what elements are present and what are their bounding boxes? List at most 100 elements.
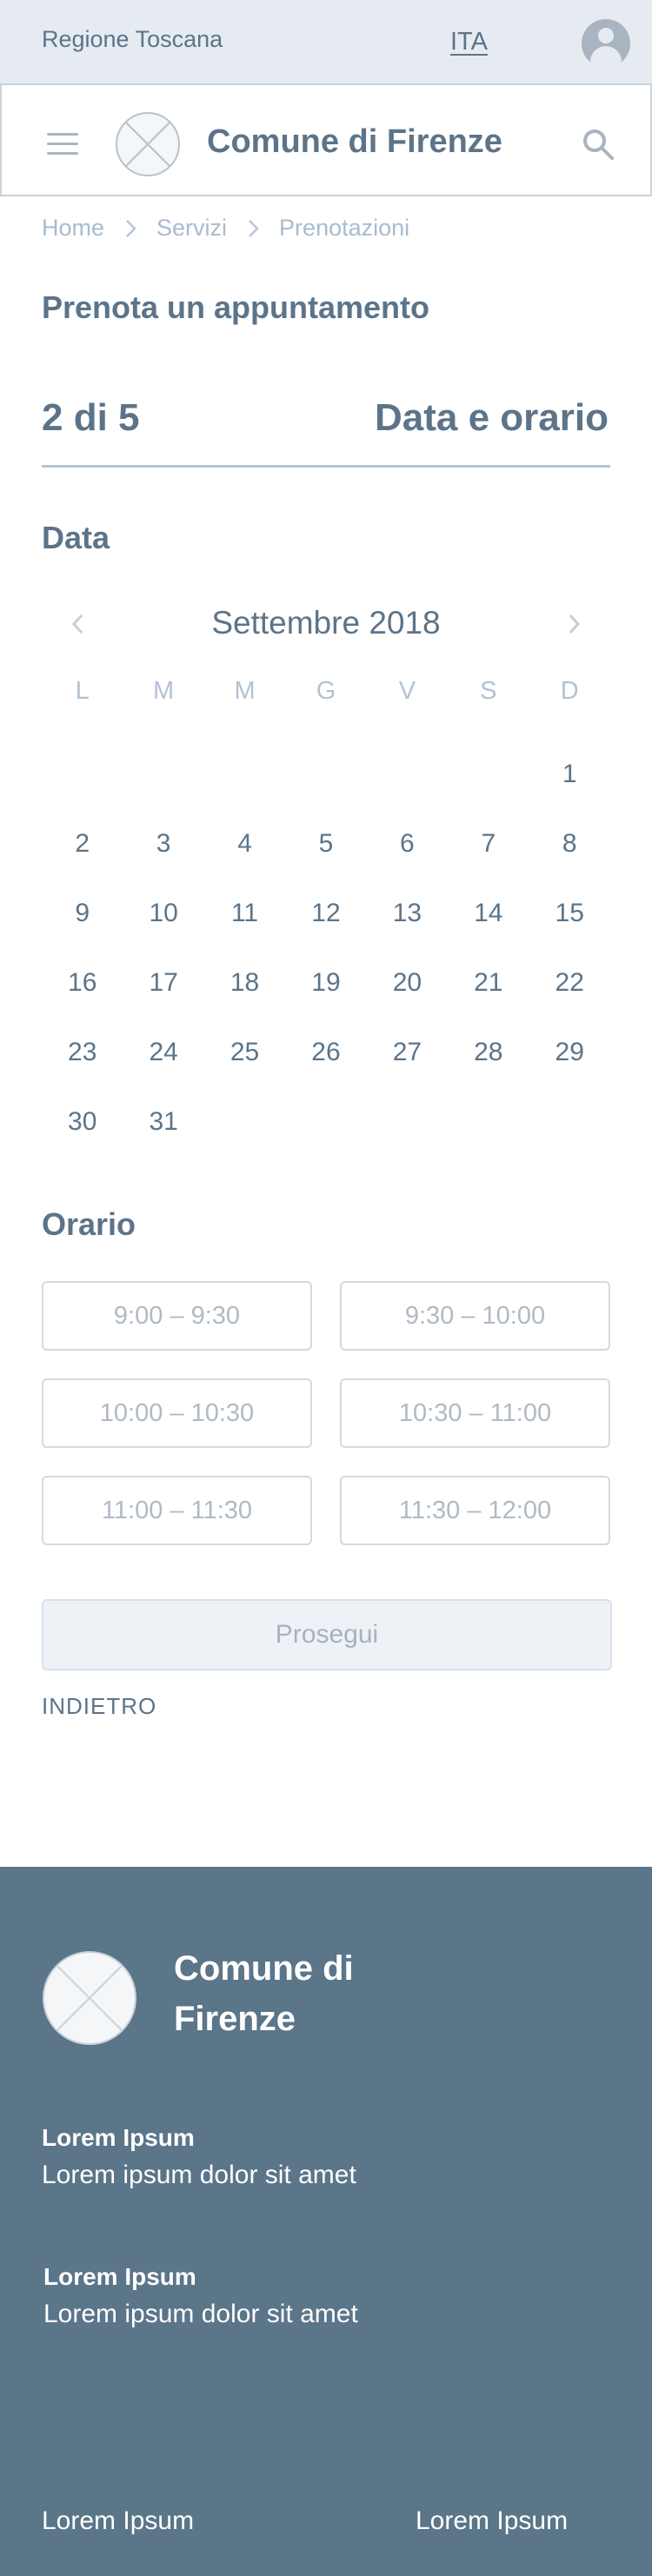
footer-link[interactable]: Lorem Ipsum — [416, 2506, 568, 2536]
chevron-right-icon — [249, 219, 259, 237]
calendar-week: 16 17 18 19 20 21 22 — [42, 961, 610, 1031]
calendar-day[interactable]: 23 — [42, 1031, 123, 1100]
footer-info-block: Lorem Ipsum Lorem ipsum dolor sit amet — [42, 2124, 356, 2190]
calendar-empty — [448, 753, 529, 822]
calendar-empty — [367, 1100, 448, 1170]
calendar-day[interactable]: 13 — [367, 892, 448, 961]
back-link[interactable]: INDIETRO — [42, 1693, 156, 1720]
calendar-day[interactable]: 1 — [529, 753, 610, 822]
footer-block-heading: Lorem Ipsum — [43, 2263, 196, 2290]
calendar-day[interactable]: 22 — [529, 961, 610, 1031]
weekday-label: S — [480, 677, 497, 705]
time-slot-button[interactable]: 11:30 – 12:00 — [340, 1476, 610, 1545]
weekday-label: M — [153, 677, 175, 705]
footer-title[interactable]: Comune di Firenze — [174, 1943, 452, 2044]
calendar-header: Settembre 2018 — [42, 600, 610, 648]
calendar-week: 30 31 — [42, 1100, 610, 1170]
calendar-day[interactable]: 24 — [123, 1031, 203, 1100]
time-slot-button[interactable]: 10:30 – 11:00 — [340, 1378, 610, 1448]
calendar-day[interactable]: 3 — [123, 822, 203, 892]
time-slot-button[interactable]: 9:00 – 9:30 — [42, 1281, 312, 1351]
calendar-empty — [529, 1100, 610, 1170]
calendar-day[interactable]: 5 — [285, 822, 366, 892]
calendar-day[interactable]: 29 — [529, 1031, 610, 1100]
breadcrumb: Home Servizi Prenotazioni — [42, 215, 409, 242]
continue-button[interactable]: Prosegui — [42, 1599, 612, 1670]
calendar-empty — [204, 1100, 285, 1170]
calendar-day[interactable]: 15 — [529, 892, 610, 961]
hamburger-icon[interactable] — [47, 133, 78, 156]
weekday-label: L — [75, 677, 90, 705]
calendar-week: 1 — [42, 753, 610, 822]
calendar-day[interactable]: 17 — [123, 961, 203, 1031]
footer-block-heading: Lorem Ipsum — [42, 2124, 195, 2151]
date-section-label: Data — [42, 520, 110, 555]
calendar-empty — [123, 753, 203, 822]
chevron-right-icon — [126, 219, 136, 237]
calendar-empty — [367, 753, 448, 822]
calendar-grid: L M M G V S D 1 2 3 4 5 6 7 8 9 10 11 12… — [42, 669, 610, 1170]
calendar-day[interactable]: 27 — [367, 1031, 448, 1100]
step-name: Data e orario — [375, 396, 609, 439]
calendar-week: 23 24 25 26 27 28 29 — [42, 1031, 610, 1100]
calendar-day[interactable]: 25 — [204, 1031, 285, 1100]
breadcrumb-home[interactable]: Home — [42, 215, 104, 242]
weekday-label: G — [316, 677, 336, 705]
calendar-week: 9 10 11 12 13 14 15 — [42, 892, 610, 961]
time-slot-button[interactable]: 11:00 – 11:30 — [42, 1476, 312, 1545]
weekday-row: L M M G V S D — [42, 669, 610, 713]
chevron-right-icon[interactable] — [563, 612, 584, 636]
calendar-empty — [448, 1100, 529, 1170]
calendar-day[interactable]: 10 — [123, 892, 203, 961]
calendar-day[interactable]: 20 — [367, 961, 448, 1031]
footer-link[interactable]: Lorem Ipsum — [42, 2506, 194, 2536]
calendar-empty — [285, 1100, 366, 1170]
calendar-day[interactable]: 2 — [42, 822, 123, 892]
site-title[interactable]: Comune di Firenze — [207, 123, 502, 161]
weekday-label: D — [560, 677, 579, 705]
footer-block-text: Lorem ipsum dolor sit amet — [42, 2161, 356, 2189]
user-icon[interactable] — [582, 19, 630, 68]
stepper: 2 di 5 Data e orario — [42, 396, 610, 468]
calendar-day[interactable]: 8 — [529, 822, 610, 892]
calendar-day[interactable]: 9 — [42, 892, 123, 961]
breadcrumb-servizi[interactable]: Servizi — [156, 215, 227, 242]
search-icon[interactable] — [581, 127, 615, 162]
calendar-month: Settembre 2018 — [211, 605, 441, 641]
time-section-label: Orario — [42, 1206, 136, 1242]
logo-placeholder-icon[interactable] — [42, 1950, 137, 2046]
calendar-day[interactable]: 31 — [123, 1100, 203, 1170]
step-count: 2 di 5 — [42, 396, 140, 439]
calendar-day[interactable]: 6 — [367, 822, 448, 892]
calendar-empty — [42, 753, 123, 822]
weekday-label: M — [234, 677, 256, 705]
calendar-empty — [204, 753, 285, 822]
time-slot-button[interactable]: 9:30 – 10:00 — [340, 1281, 610, 1351]
breadcrumb-prenotazioni: Prenotazioni — [279, 215, 410, 241]
calendar-day[interactable]: 26 — [285, 1031, 366, 1100]
site-footer: Comune di Firenze Lorem Ipsum Lorem ipsu… — [0, 1867, 652, 2576]
language-selector[interactable]: ITA — [450, 28, 488, 56]
site-header: Comune di Firenze — [0, 83, 652, 196]
calendar-day[interactable]: 19 — [285, 961, 366, 1031]
page-title: Prenota un appuntamento — [42, 289, 430, 325]
calendar-day[interactable]: 11 — [204, 892, 285, 961]
calendar-day[interactable]: 12 — [285, 892, 366, 961]
calendar-day[interactable]: 7 — [448, 822, 529, 892]
calendar-day[interactable]: 30 — [42, 1100, 123, 1170]
region-link[interactable]: Regione Toscana — [42, 26, 223, 53]
logo-placeholder-icon[interactable] — [115, 111, 181, 177]
top-bar: Regione Toscana ITA — [0, 0, 652, 83]
weekday-label: V — [398, 677, 416, 705]
calendar-week: 2 3 4 5 6 7 8 — [42, 822, 610, 892]
calendar-day[interactable]: 21 — [448, 961, 529, 1031]
time-slot-button[interactable]: 10:00 – 10:30 — [42, 1378, 312, 1448]
calendar-day[interactable]: 16 — [42, 961, 123, 1031]
calendar-day[interactable]: 4 — [204, 822, 285, 892]
footer-block-text: Lorem ipsum dolor sit amet — [43, 2300, 358, 2328]
calendar-empty — [285, 753, 366, 822]
calendar-day[interactable]: 18 — [204, 961, 285, 1031]
calendar-day[interactable]: 14 — [448, 892, 529, 961]
footer-info-block: Lorem Ipsum Lorem ipsum dolor sit amet — [43, 2263, 358, 2329]
calendar-day[interactable]: 28 — [448, 1031, 529, 1100]
